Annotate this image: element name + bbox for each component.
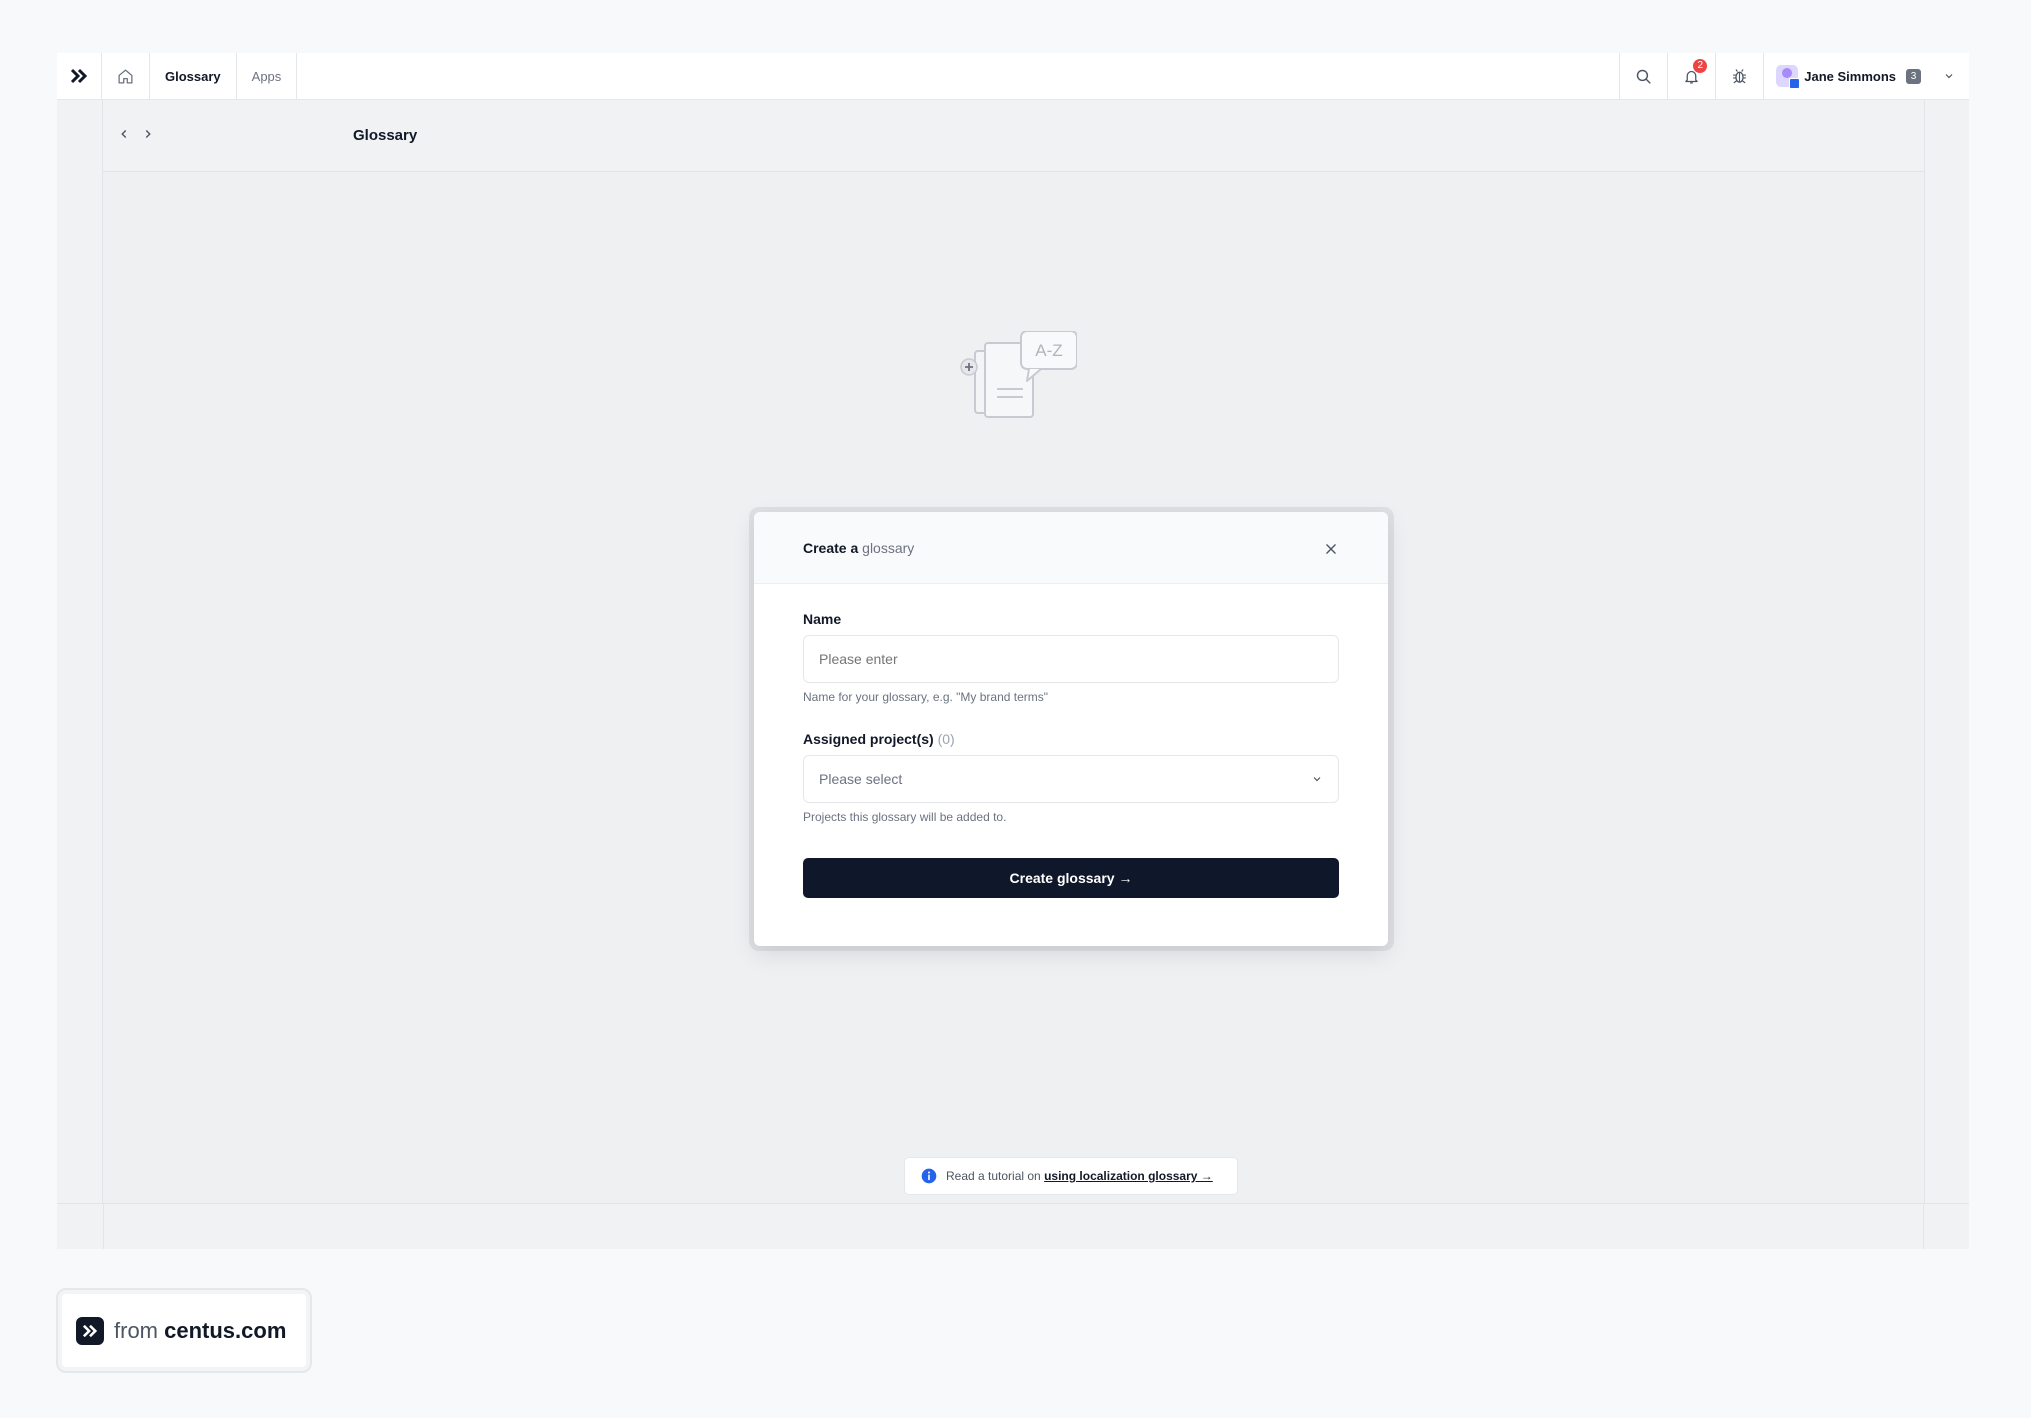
close-icon[interactable] [1324, 542, 1338, 556]
notification-badge: 2 [1693, 59, 1708, 73]
tab-glossary[interactable]: Glossary [150, 53, 237, 99]
user-count-badge: 3 [1906, 68, 1921, 84]
centus-logo-icon [70, 68, 88, 84]
name-label: Name [803, 611, 842, 627]
search-button[interactable] [1620, 53, 1669, 99]
app-logo[interactable] [57, 53, 102, 99]
home-icon [118, 68, 133, 84]
tutorial-link[interactable]: using localization glossary → [1044, 1169, 1213, 1183]
projects-select[interactable]: Please select [803, 755, 1339, 803]
brand-domain: centus.com [164, 1317, 287, 1343]
projects-label: Assigned project(s) (0) [803, 731, 1339, 747]
tab-apps[interactable]: Apps [237, 53, 298, 99]
modal-header: Create a glossary [754, 512, 1388, 584]
glossary-empty-illustration-icon: A-Z [960, 331, 1077, 418]
projects-label-text: Assigned project(s) [803, 731, 934, 747]
tutorial-prefix: Read a tutorial on [946, 1169, 1041, 1183]
chevron-left-icon[interactable] [117, 127, 131, 141]
left-rail [57, 100, 103, 1249]
bug-report-button[interactable] [1716, 53, 1765, 99]
right-rail [1924, 100, 1969, 1249]
info-icon [921, 1168, 937, 1184]
topbar-spacer [297, 53, 1621, 99]
projects-count: (0) [937, 731, 955, 747]
brand-badge[interactable]: from centus.com [56, 1288, 312, 1373]
modal-title-accent: glossary [862, 540, 915, 556]
notifications-button[interactable]: 2 [1668, 53, 1717, 99]
create-glossary-modal: Create a glossary Name Name for your glo… [754, 512, 1388, 946]
tutorial-banner: Read a tutorial on using localization gl… [904, 1157, 1238, 1195]
name-input[interactable] [803, 635, 1339, 683]
projects-select-placeholder: Please select [819, 771, 903, 787]
tutorial-text: Read a tutorial on using localization gl… [946, 1169, 1213, 1183]
user-name: Jane Simmons [1804, 68, 1896, 84]
chevron-right-icon[interactable] [141, 127, 155, 141]
projects-hint: Projects this glossary will be added to. [803, 810, 1007, 824]
name-hint: Name for your glossary, e.g. "My brand t… [803, 690, 1049, 704]
modal-title-prefix: Create a [803, 540, 859, 556]
modal-body: Name Name for your glossary, e.g. "My br… [803, 584, 1339, 898]
search-icon [1637, 69, 1651, 84]
bottom-bar [57, 1203, 1969, 1249]
page-header: Glossary [103, 100, 1924, 172]
brand-text: from centus.com [114, 1318, 286, 1344]
app-window: Glossary Apps 2 Jane Simmons 3 Glossary [57, 53, 1969, 1249]
page-title: Glossary [353, 127, 418, 144]
top-navbar: Glossary Apps 2 Jane Simmons 3 [57, 53, 1969, 100]
modal-title: Create a glossary [803, 540, 914, 556]
brand-from: from [114, 1317, 158, 1343]
bug-icon [1733, 68, 1747, 83]
chevron-down-icon [1945, 74, 1953, 79]
history-nav [117, 127, 155, 141]
user-menu[interactable]: Jane Simmons 3 [1764, 53, 1969, 99]
avatar [1776, 65, 1801, 89]
chevron-down-icon [1313, 777, 1321, 782]
centus-logo-icon [76, 1316, 104, 1345]
create-glossary-button[interactable]: Create glossary → [803, 858, 1339, 898]
svg-text:A-Z: A-Z [1035, 341, 1062, 360]
home-button[interactable] [102, 53, 150, 99]
